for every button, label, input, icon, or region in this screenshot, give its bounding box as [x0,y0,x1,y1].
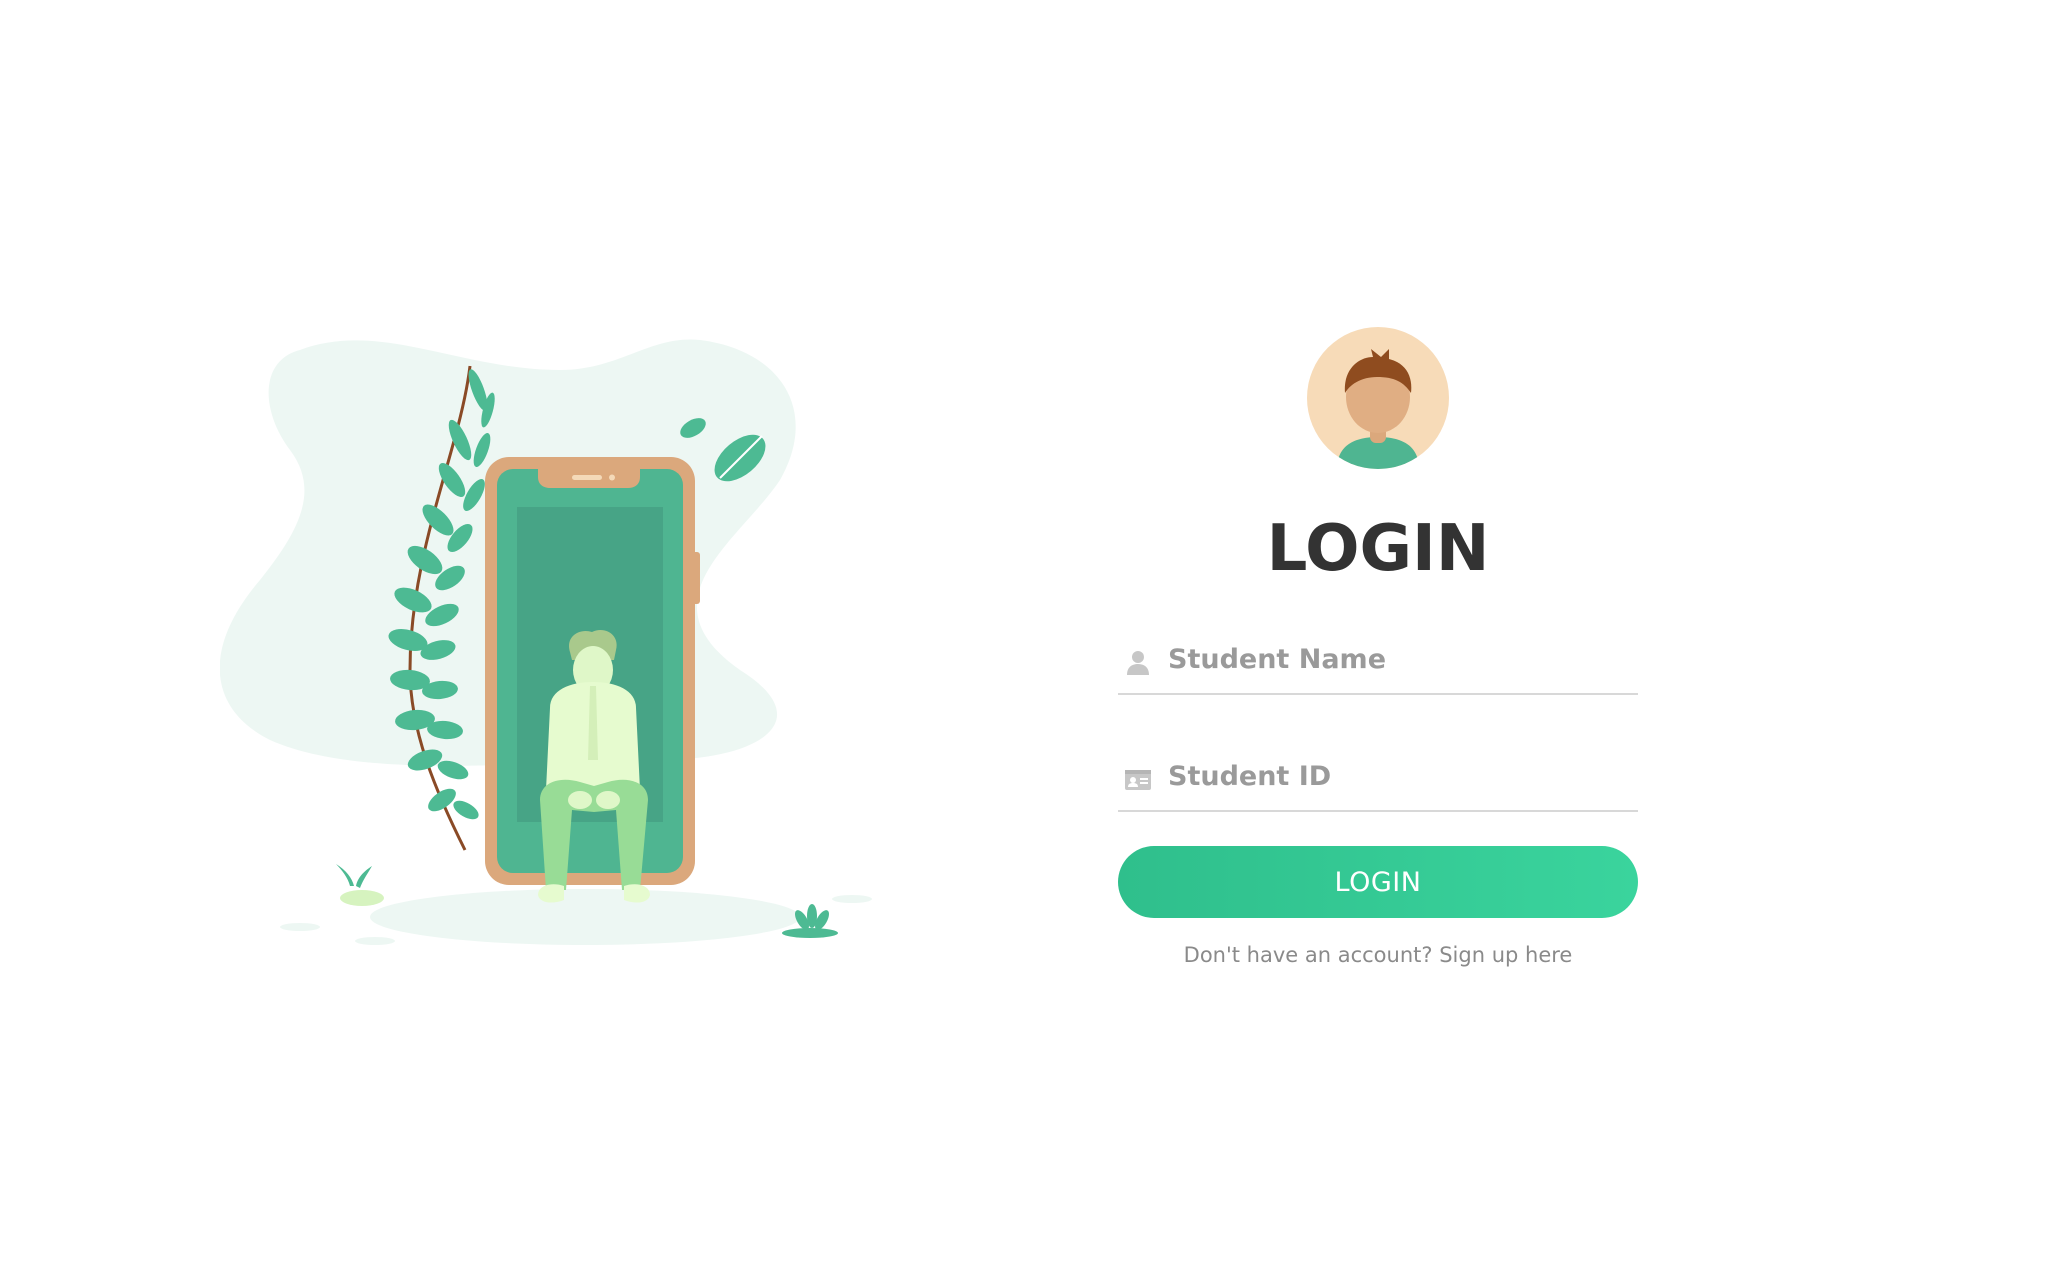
signup-prefix-text: Don't have an account? [1183,943,1440,967]
ground-shadow [370,889,800,945]
login-illustration [220,339,872,945]
small-plant-left [336,864,384,906]
id-card-icon [1125,770,1151,790]
login-page: LOGIN LOGIN Don't have an account? Sign … [0,0,2052,1283]
user-icon [1127,651,1149,675]
student-name-field [1118,627,1638,695]
page-title: LOGIN [1266,512,1490,586]
student-id-input[interactable] [1168,754,1628,798]
signup-prompt: Don't have an account? Sign up here [1118,943,1638,967]
student-name-input[interactable] [1168,637,1628,681]
student-id-field [1118,744,1638,812]
login-button[interactable]: LOGIN [1118,846,1638,918]
signup-link[interactable]: Sign up here [1439,943,1572,967]
avatar [1307,327,1449,469]
